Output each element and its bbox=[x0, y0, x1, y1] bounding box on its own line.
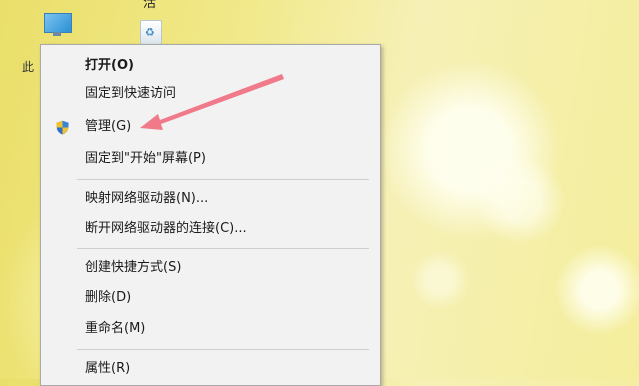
menu-item-label: 管理(G) bbox=[85, 119, 132, 134]
menu-item-label: 固定到"开始"屏幕(P) bbox=[85, 151, 206, 166]
this-pc-icon[interactable] bbox=[42, 10, 72, 38]
recycle-bin-icon[interactable]: ♻ bbox=[136, 16, 166, 46]
menu-item-properties[interactable]: 属性(R) bbox=[41, 358, 380, 380]
menu-item-pin-quick-access[interactable]: 固定到快速访问 bbox=[41, 83, 380, 105]
context-menu: 打开(O) 固定到快速访问 管理(G) 固定到"开始"屏幕(P) 映射网络驱动器… bbox=[40, 44, 381, 386]
menu-item-delete[interactable]: 删除(D) bbox=[41, 287, 380, 309]
menu-item-pin-start[interactable]: 固定到"开始"屏幕(P) bbox=[41, 148, 380, 170]
menu-item-create-shortcut[interactable]: 创建快捷方式(S) bbox=[41, 257, 380, 279]
menu-item-rename[interactable]: 重命名(M) bbox=[41, 318, 380, 340]
menu-item-label: 打开(O) bbox=[85, 58, 134, 73]
desktop-icon-label: 此 bbox=[22, 60, 35, 74]
desktop-partial-text: 活 bbox=[143, 0, 157, 11]
menu-item-label: 属性(R) bbox=[85, 361, 131, 376]
menu-separator bbox=[77, 349, 369, 350]
recycle-symbol: ♻ bbox=[145, 26, 155, 39]
menu-item-label: 映射网络驱动器(N)... bbox=[85, 191, 209, 206]
menu-item-disconnect-network-drive[interactable]: 断开网络驱动器的连接(C)... bbox=[41, 218, 380, 240]
monitor-stand bbox=[53, 32, 61, 36]
menu-item-label: 重命名(M) bbox=[85, 321, 146, 336]
menu-separator bbox=[77, 248, 369, 249]
menu-separator bbox=[77, 179, 369, 180]
menu-item-manage[interactable]: 管理(G) bbox=[41, 116, 380, 138]
menu-item-label: 创建快捷方式(S) bbox=[85, 260, 182, 275]
menu-item-label: 固定到快速访问 bbox=[85, 86, 177, 101]
monitor-screen bbox=[44, 13, 72, 33]
menu-item-open[interactable]: 打开(O) bbox=[41, 55, 380, 77]
menu-item-label: 断开网络驱动器的连接(C)... bbox=[85, 221, 247, 236]
uac-shield-icon bbox=[56, 120, 69, 135]
menu-item-map-network-drive[interactable]: 映射网络驱动器(N)... bbox=[41, 188, 380, 210]
menu-item-label: 删除(D) bbox=[85, 290, 132, 305]
